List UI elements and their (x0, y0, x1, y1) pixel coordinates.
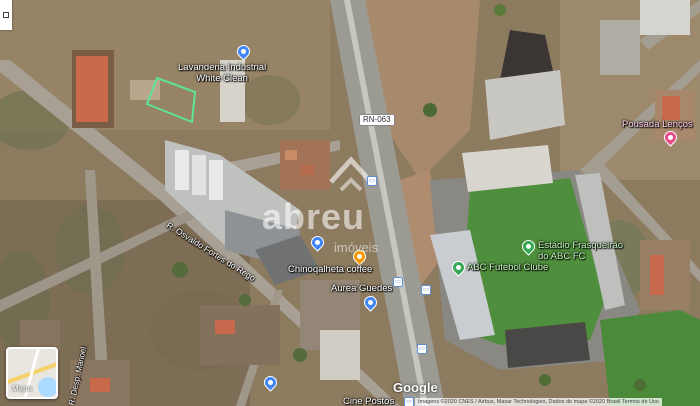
place-line-2: White Clean (196, 73, 248, 84)
bus-stop-icon[interactable]: ▭ (404, 397, 414, 406)
place-line-1: Estádio Frasqueirão (538, 240, 624, 251)
watermark-brand: abreu (262, 196, 366, 237)
map-attribution[interactable]: Imagens ©2020 CNES / Airbus, Maxar Techn… (415, 398, 662, 406)
place-line-2: do ABC FC (538, 251, 586, 262)
brand-logo-icon (329, 156, 373, 192)
map-type-label: Mapa (12, 384, 33, 393)
bus-stop-icon[interactable]: ▭ (417, 344, 427, 354)
map-type-toggle[interactable]: Mapa (6, 347, 58, 399)
place-label-cine[interactable]: Cine Postos (343, 396, 394, 406)
route-shield: RN-063 (359, 114, 395, 126)
place-label-coffee[interactable]: Chinoqalheta coffee (288, 264, 372, 275)
place-label-pousada[interactable]: Pousada Lenços (622, 119, 693, 130)
bus-stop-icon[interactable]: ▭ (421, 285, 431, 295)
satellite-map[interactable]: abreu imóveis RN-063 Lavanderia Industri… (0, 0, 700, 406)
place-label-estadio[interactable]: Estádio Frasqueirão do ABC FC (538, 240, 623, 262)
place-label-lavanderia[interactable]: Lavanderia Industrial White Clean (178, 62, 266, 84)
fullscreen-icon (3, 12, 9, 18)
fullscreen-button[interactable] (0, 0, 12, 30)
bus-stop-icon[interactable]: ▭ (393, 277, 403, 287)
place-label-aurea[interactable]: Aurea Guedes (331, 283, 392, 294)
bus-stop-icon[interactable]: ▭ (367, 176, 377, 186)
google-logo: Google (393, 380, 438, 395)
place-label-abc[interactable]: ABC Futebol Clube (467, 262, 548, 273)
place-line-1: Lavanderia Industrial (178, 62, 267, 73)
